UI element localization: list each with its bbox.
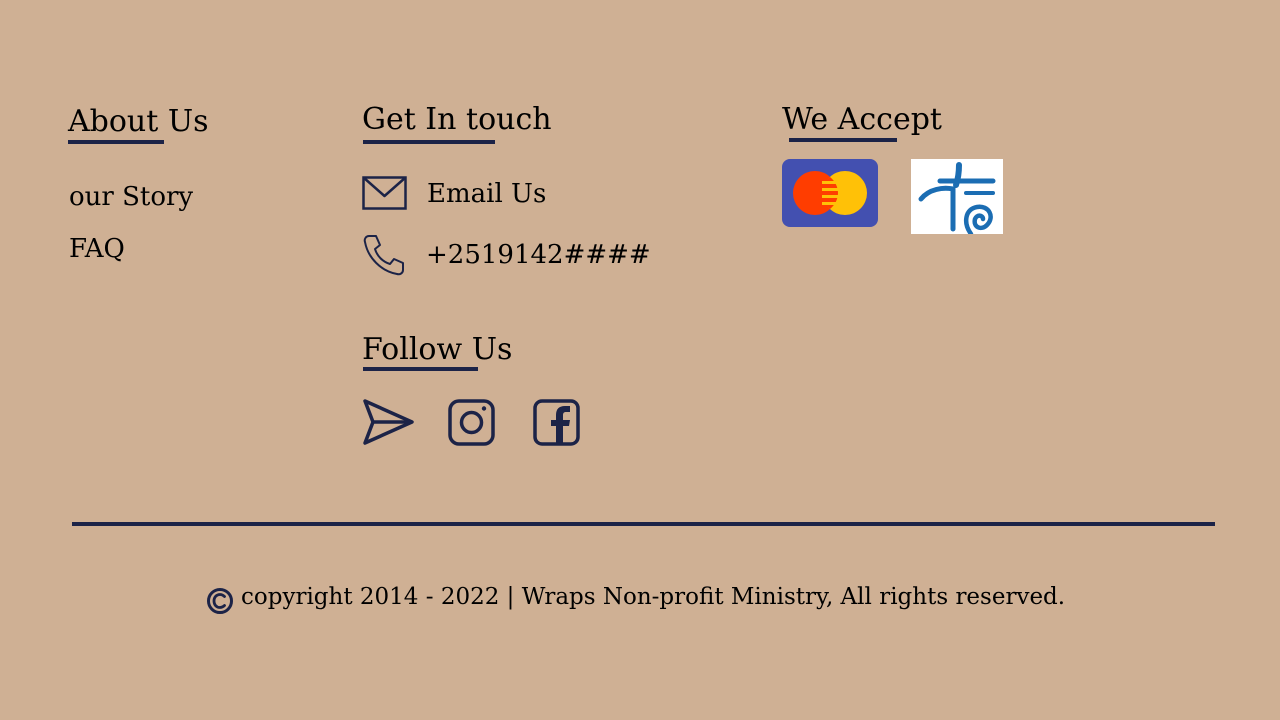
contact-heading: Get In touch (362, 102, 552, 137)
telegram-icon[interactable] (362, 398, 416, 446)
follow-heading-underline (363, 367, 478, 371)
mastercard-logo (782, 159, 878, 227)
facebook-icon[interactable] (532, 398, 582, 446)
copyright-text: copyright 2014 - 2022 | Wraps Non-profit… (241, 584, 1066, 610)
footer-divider (72, 522, 1215, 526)
envelope-icon (362, 176, 407, 210)
about-heading: About Us (68, 104, 209, 139)
phone-icon (363, 235, 404, 276)
instagram-icon[interactable] (447, 398, 497, 446)
contact-heading-underline (363, 140, 495, 144)
phone-number: +2519142#### (426, 240, 651, 270)
copyright-icon (207, 588, 233, 614)
faq-link[interactable]: FAQ (69, 234, 125, 264)
accept-heading: We Accept (782, 102, 942, 137)
email-us-link[interactable]: Email Us (427, 179, 546, 209)
accept-heading-underline (789, 138, 897, 142)
our-story-link[interactable]: our Story (69, 182, 193, 212)
telebirr-logo (911, 159, 1003, 234)
about-heading-underline (68, 140, 164, 144)
follow-heading: Follow Us (362, 332, 513, 367)
